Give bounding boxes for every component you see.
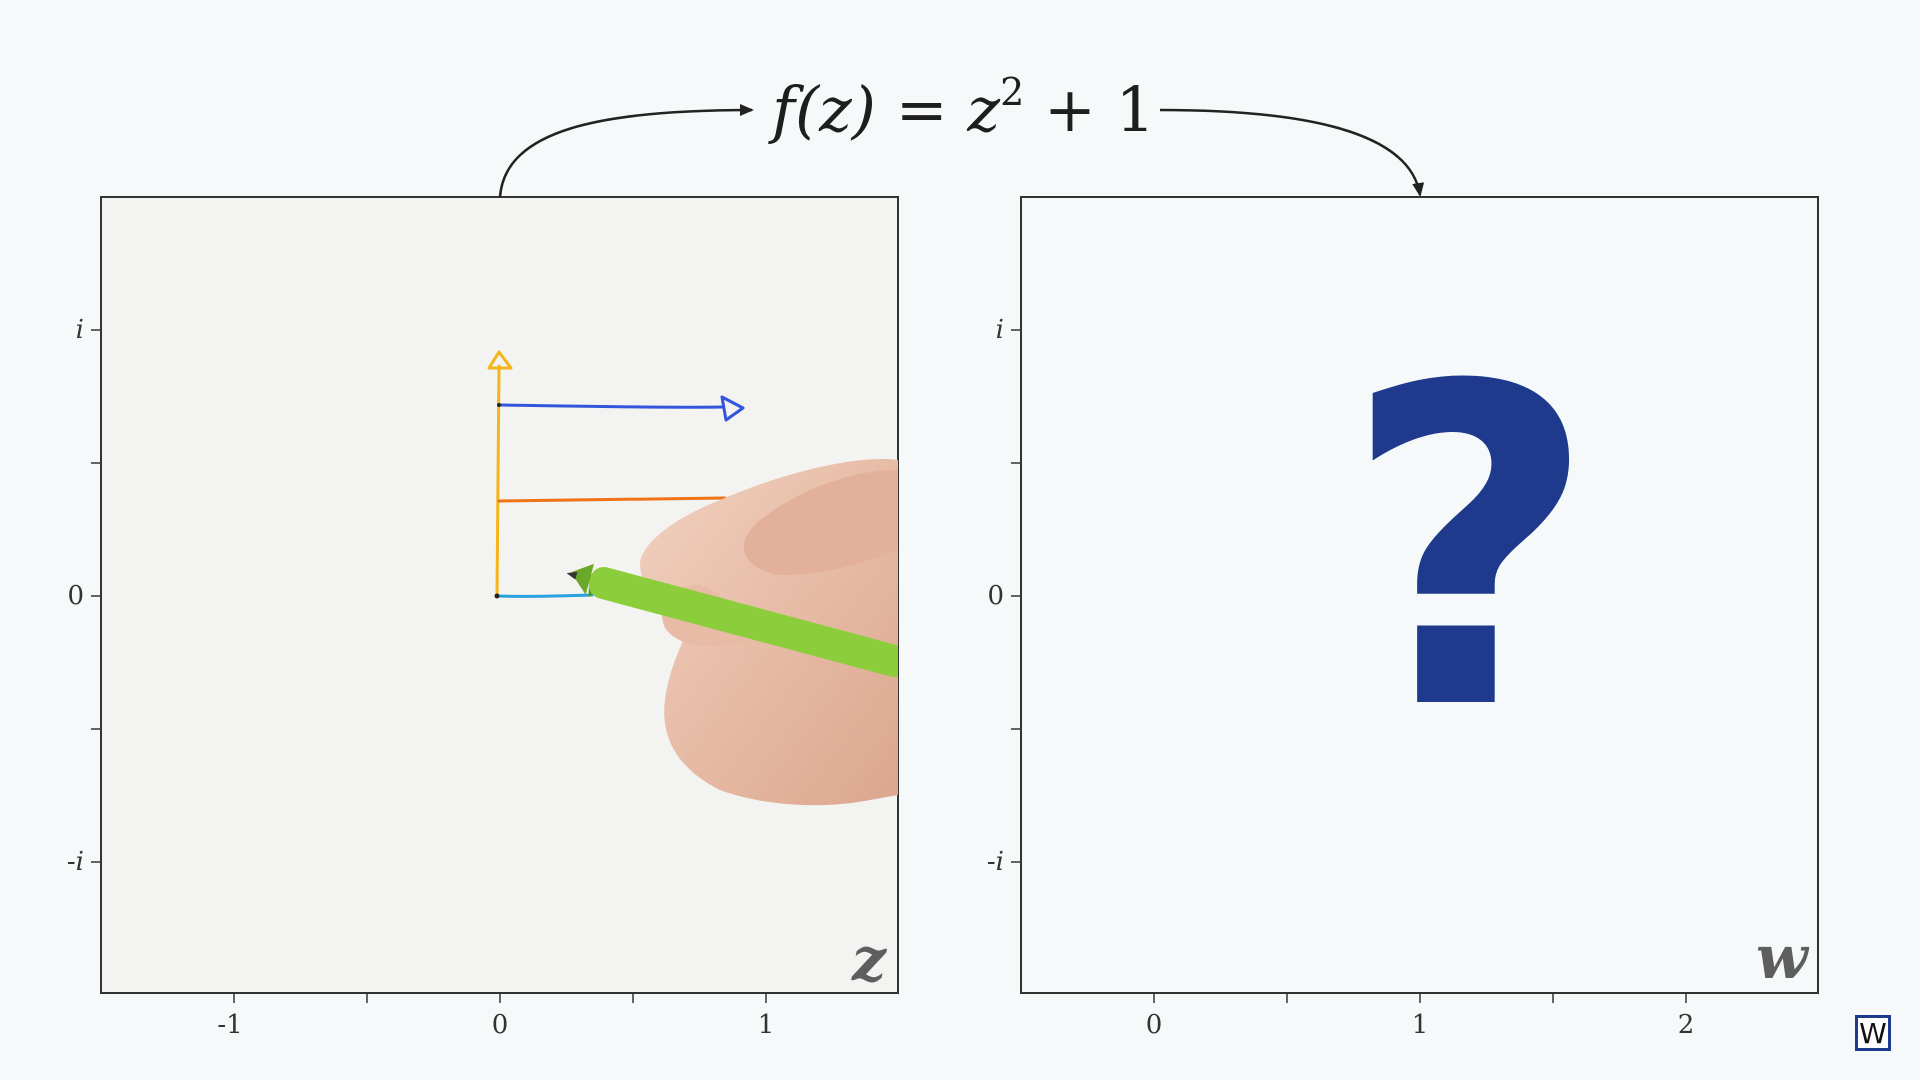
mapping-arrow-in [498, 104, 754, 198]
z-plane-label: z [852, 925, 887, 995]
w-y-tick-0: 0 [987, 581, 1004, 611]
vertical-stroke [495, 364, 501, 598]
origin-dot [494, 593, 500, 599]
formula-base: z [967, 73, 1001, 146]
w-y-tick-i: i [995, 315, 1004, 345]
z-y-tick-0: 0 [67, 581, 84, 611]
unknown-image-question-mark: ? [1342, 294, 1598, 806]
w-y-tick-neg-i: -i [986, 847, 1004, 877]
formula-exponent: 2 [1000, 70, 1025, 114]
w-logo-badge: W [1855, 1015, 1891, 1051]
formula-equals: = [895, 73, 948, 146]
z-y-tick-i: i [75, 315, 84, 345]
mapping-arrow-out [1159, 108, 1425, 197]
bottom-stroke [495, 593, 594, 598]
w-x-tick-1: 1 [1411, 1010, 1429, 1040]
w-plane-label: w [1756, 923, 1808, 993]
formula-lhs: f(z) [772, 73, 876, 146]
z-x-tick-1: 1 [757, 1010, 775, 1040]
formula-rest: + 1 [1043, 73, 1156, 146]
w-x-tick-0: 0 [1145, 1010, 1163, 1040]
mapping-formula: f(z) = z2 + 1 [772, 70, 1155, 150]
z-y-tick-neg-i: -i [66, 847, 84, 877]
w-x-tick-2: 2 [1677, 1010, 1695, 1040]
diagram-stage: f(z) = z2 + 1 -1 0 1 i 0 -i 0 1 2 i 0 -i… [0, 0, 1920, 1080]
z-x-tick-neg1: -1 [217, 1010, 243, 1040]
z-x-tick-0: 0 [491, 1010, 509, 1040]
top-start-dot [497, 403, 501, 407]
